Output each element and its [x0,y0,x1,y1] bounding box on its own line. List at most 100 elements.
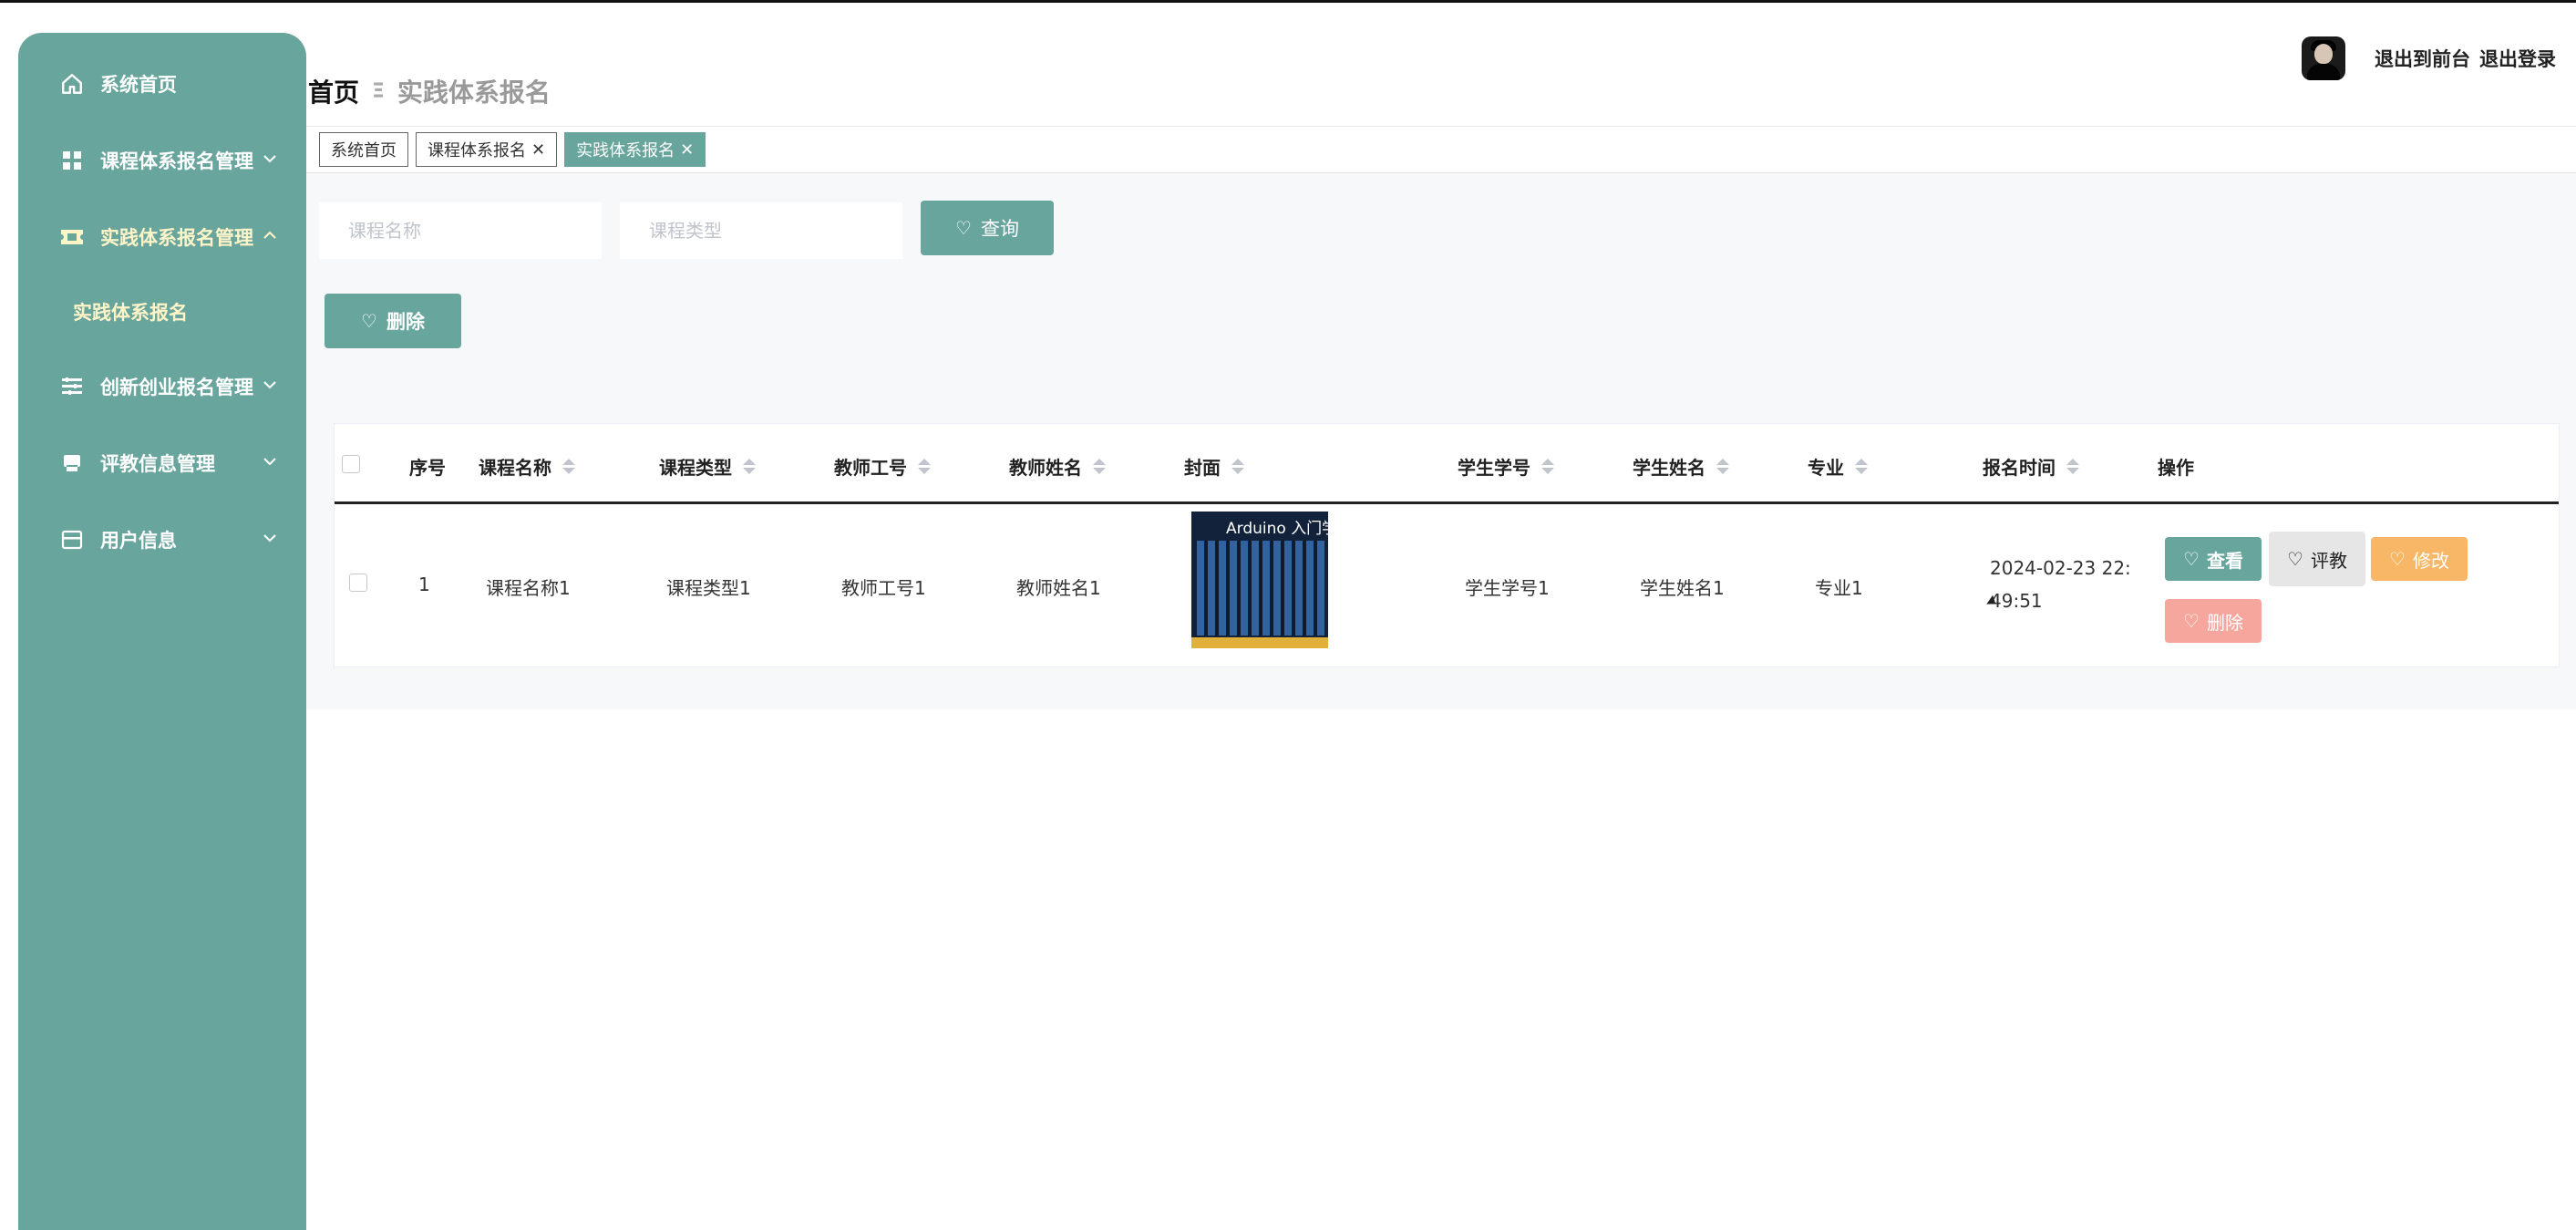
ticket-icon [60,225,84,249]
edit-button-label: 修改 [2412,549,2449,572]
cover-title: Arduino 入门学习套装 [1226,520,1328,538]
list-icon [60,375,84,398]
cell-signup-time-line1: 2024-02-23 22: [1990,557,2131,579]
col-course-type[interactable]: 课程类型 [659,453,756,480]
cell-student-name: 学生姓名1 [1640,577,1725,599]
heart-icon: ♡ [2183,548,2200,570]
data-table: 序号 课程名称 课程类型 教师工号 教师姓名 封面 学生学号 学生姓名 专业 报… [334,423,2560,667]
col-student-name[interactable]: 学生姓名 [1633,453,1729,480]
sort-icon[interactable] [1855,459,1868,474]
chevron-down-icon [261,150,279,168]
heart-icon: ♡ [2389,548,2406,570]
app-root: 系统首页 课程体系报名管理 实践体系报名管理 实践体系报名 创新创业报名管理 评… [0,0,2576,1230]
table-header: 序号 课程名称 课程类型 教师工号 教师姓名 封面 学生学号 学生姓名 专业 报… [335,424,2559,504]
cell-signup-time-line2: 49:51 [1990,590,2043,612]
cell-teacher-id: 教师工号1 [841,577,926,599]
user-area: 退出到前台 退出登录 [2302,36,2556,80]
tab-label: 实践体系报名 [576,141,675,160]
sidebar-subitem-label: 实践体系报名 [73,302,188,324]
sidebar-item-practice-signup[interactable]: 实践体系报名管理 [18,199,306,275]
breadcrumb-separator: Ξ [372,79,385,103]
sort-icon[interactable] [1716,459,1729,474]
edit-button[interactable]: ♡ 修改 [2371,537,2468,581]
evaluate-button[interactable]: ♡ 评教 [2269,532,2365,586]
sort-icon[interactable] [1541,459,1554,474]
col-teacher-id[interactable]: 教师工号 [834,453,931,480]
cell-index: 1 [418,574,430,595]
close-icon[interactable]: ✕ [680,140,694,160]
sidebar-item-evaluation[interactable]: 评教信息管理 [18,425,306,501]
course-type-input[interactable] [620,202,902,259]
sort-icon[interactable] [562,459,575,474]
chevron-down-icon [261,452,279,470]
card-icon [60,528,84,552]
batch-delete-button[interactable]: ♡ 删除 [325,294,461,348]
breadcrumb-home[interactable]: 首页 [308,73,359,109]
row-checkbox[interactable] [349,574,367,592]
sort-icon[interactable] [743,459,756,474]
chevron-up-icon [261,226,279,244]
chevron-down-icon [261,529,279,547]
tab-course-signup[interactable]: 课程体系报名 ✕ [416,132,558,167]
sidebar-item-label: 课程体系报名管理 [100,150,253,172]
tab-label: 课程体系报名 [428,141,526,160]
tab-practice-signup[interactable]: 实践体系报名 ✕ [564,132,706,167]
breadcrumb: 首页 Ξ 实践体系报名 [308,73,551,109]
back-to-front-link[interactable]: 退出到前台 [2375,45,2470,72]
view-button[interactable]: ♡ 查看 [2165,537,2262,581]
sidebar-subitem-practice[interactable]: 实践体系报名 [18,275,306,348]
avatar[interactable] [2302,36,2345,80]
col-teacher-name[interactable]: 教师姓名 [1009,453,1106,480]
row-delete-button-label: 删除 [2206,611,2243,634]
sort-icon[interactable] [2066,459,2079,474]
course-name-input[interactable] [319,202,602,259]
cell-major: 专业1 [1815,577,1863,599]
chevron-down-icon [261,376,279,394]
cell-course-name: 课程名称1 [486,577,571,599]
view-button-label: 查看 [2206,549,2243,572]
sidebar-item-label: 创新创业报名管理 [100,377,253,398]
sidebar-item-course-signup[interactable]: 课程体系报名管理 [18,122,306,199]
sidebar-item-user-info[interactable]: 用户信息 [18,501,306,578]
sidebar-item-home[interactable]: 系统首页 [18,46,306,122]
sidebar-item-label: 实践体系报名管理 [100,227,253,249]
cell-teacher-name: 教师姓名1 [1016,577,1101,599]
heart-icon: ♡ [2183,610,2200,632]
sort-icon[interactable] [1093,459,1106,474]
col-major[interactable]: 专业 [1808,453,1868,480]
row-delete-button[interactable]: ♡ 删除 [2165,599,2262,643]
sort-icon[interactable] [1231,459,1244,474]
heart-icon: ♡ [361,310,377,332]
logout-link[interactable]: 退出登录 [2479,45,2556,72]
tabs-bar: 系统首页 课程体系报名 ✕ 实践体系报名 ✕ [306,126,2576,173]
sidebar-item-label: 系统首页 [100,74,177,96]
col-cover[interactable]: 封面 [1184,453,1244,480]
heart-icon: ♡ [955,217,972,239]
cover-image: Arduino 入门学习套装 [1191,512,1328,648]
sidebar: 系统首页 课程体系报名管理 实践体系报名管理 实践体系报名 创新创业报名管理 评… [18,33,306,1230]
delete-button-label: 删除 [386,311,425,333]
col-student-id[interactable]: 学生学号 [1458,453,1554,480]
col-index: 序号 [409,457,446,479]
sidebar-item-label: 评教信息管理 [100,453,215,475]
cell-course-type: 课程类型1 [666,577,751,599]
close-icon[interactable]: ✕ [531,140,545,160]
col-course-name[interactable]: 课程名称 [479,453,575,480]
tab-label: 系统首页 [331,141,397,160]
home-icon [60,72,84,96]
printer-icon [60,451,84,475]
window-top-border [0,0,2576,3]
cell-student-id: 学生学号1 [1465,577,1550,599]
tab-home[interactable]: 系统首页 [319,132,408,167]
col-actions: 操作 [2158,457,2194,479]
sidebar-item-innovation-signup[interactable]: 创新创业报名管理 [18,348,306,425]
evaluate-button-label: 评教 [2310,549,2347,572]
query-button[interactable]: ♡ 查询 [921,201,1054,255]
grid-icon [60,149,84,172]
query-button-label: 查询 [980,218,1019,240]
sort-icon[interactable] [918,459,931,474]
select-all-checkbox[interactable] [342,455,360,473]
sidebar-item-label: 用户信息 [100,530,177,552]
breadcrumb-current: 实践体系报名 [397,78,551,108]
col-signup-time[interactable]: 报名时间 [1983,453,2079,480]
